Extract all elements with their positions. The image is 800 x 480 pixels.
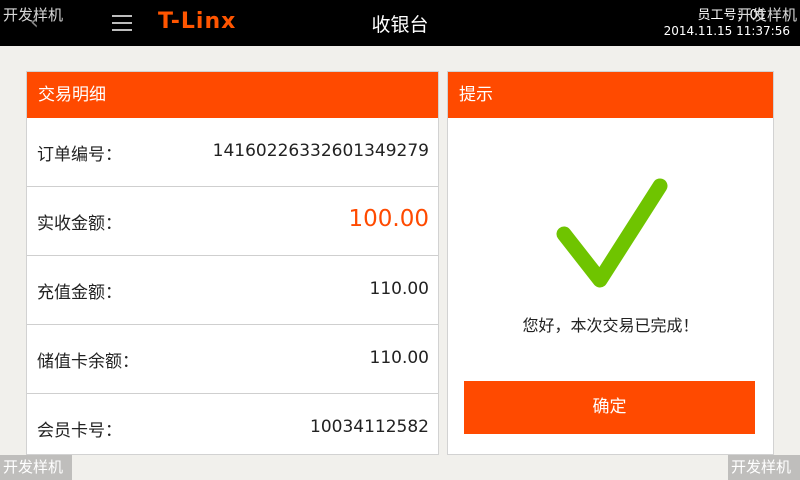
- watermark-top-left: 开发样机: [3, 6, 64, 24]
- detail-row-amount-received: 实收金额： 100.00: [27, 187, 438, 256]
- hamburger-menu-icon[interactable]: [112, 15, 132, 31]
- detail-label: 订单编号：: [37, 145, 122, 165]
- prompt-panel: 提示 您好，本次交易已完成！ 确定: [447, 71, 774, 455]
- watermark-bottom-right: 开发样机: [728, 455, 800, 480]
- checkmark-icon: [556, 178, 668, 288]
- brand-logo: T-Linx: [158, 9, 237, 34]
- top-bar: ‹ T-Linx 收银台 员工号：01 2014.11.15 11:37:56: [0, 0, 800, 46]
- detail-row-card-balance: 储值卡余额： 110.00: [27, 325, 438, 394]
- detail-row-order-number: 订单编号： 14160226332601349279: [27, 118, 438, 187]
- confirm-button[interactable]: 确定: [464, 381, 755, 434]
- detail-value: 110.00: [369, 348, 429, 368]
- watermark-bottom-left: 开发样机: [0, 455, 72, 480]
- prompt-header: 提示: [448, 72, 773, 118]
- detail-value: 10034112582: [310, 417, 429, 437]
- detail-value: 14160226332601349279: [212, 141, 429, 161]
- page-title: 收银台: [371, 14, 429, 36]
- transaction-details-header: 交易明细: [27, 72, 438, 118]
- detail-row-member-card: 会员卡号： 10034112582: [27, 394, 438, 463]
- transaction-details-panel: 交易明细 订单编号： 14160226332601349279 实收金额： 10…: [26, 71, 439, 455]
- detail-label: 充值金额：: [37, 283, 122, 303]
- watermark-top-right: 开发样机: [736, 6, 797, 24]
- detail-row-recharge-amount: 充值金额： 110.00: [27, 256, 438, 325]
- detail-label: 储值卡余额：: [37, 352, 139, 372]
- detail-value: 110.00: [369, 279, 429, 299]
- detail-value-amount: 100.00: [348, 206, 429, 232]
- success-message: 您好，本次交易已完成！: [522, 316, 699, 335]
- datetime: 2014.11.15 11:37:56: [663, 24, 790, 38]
- detail-label: 会员卡号：: [37, 421, 122, 441]
- detail-label: 实收金额：: [37, 214, 122, 234]
